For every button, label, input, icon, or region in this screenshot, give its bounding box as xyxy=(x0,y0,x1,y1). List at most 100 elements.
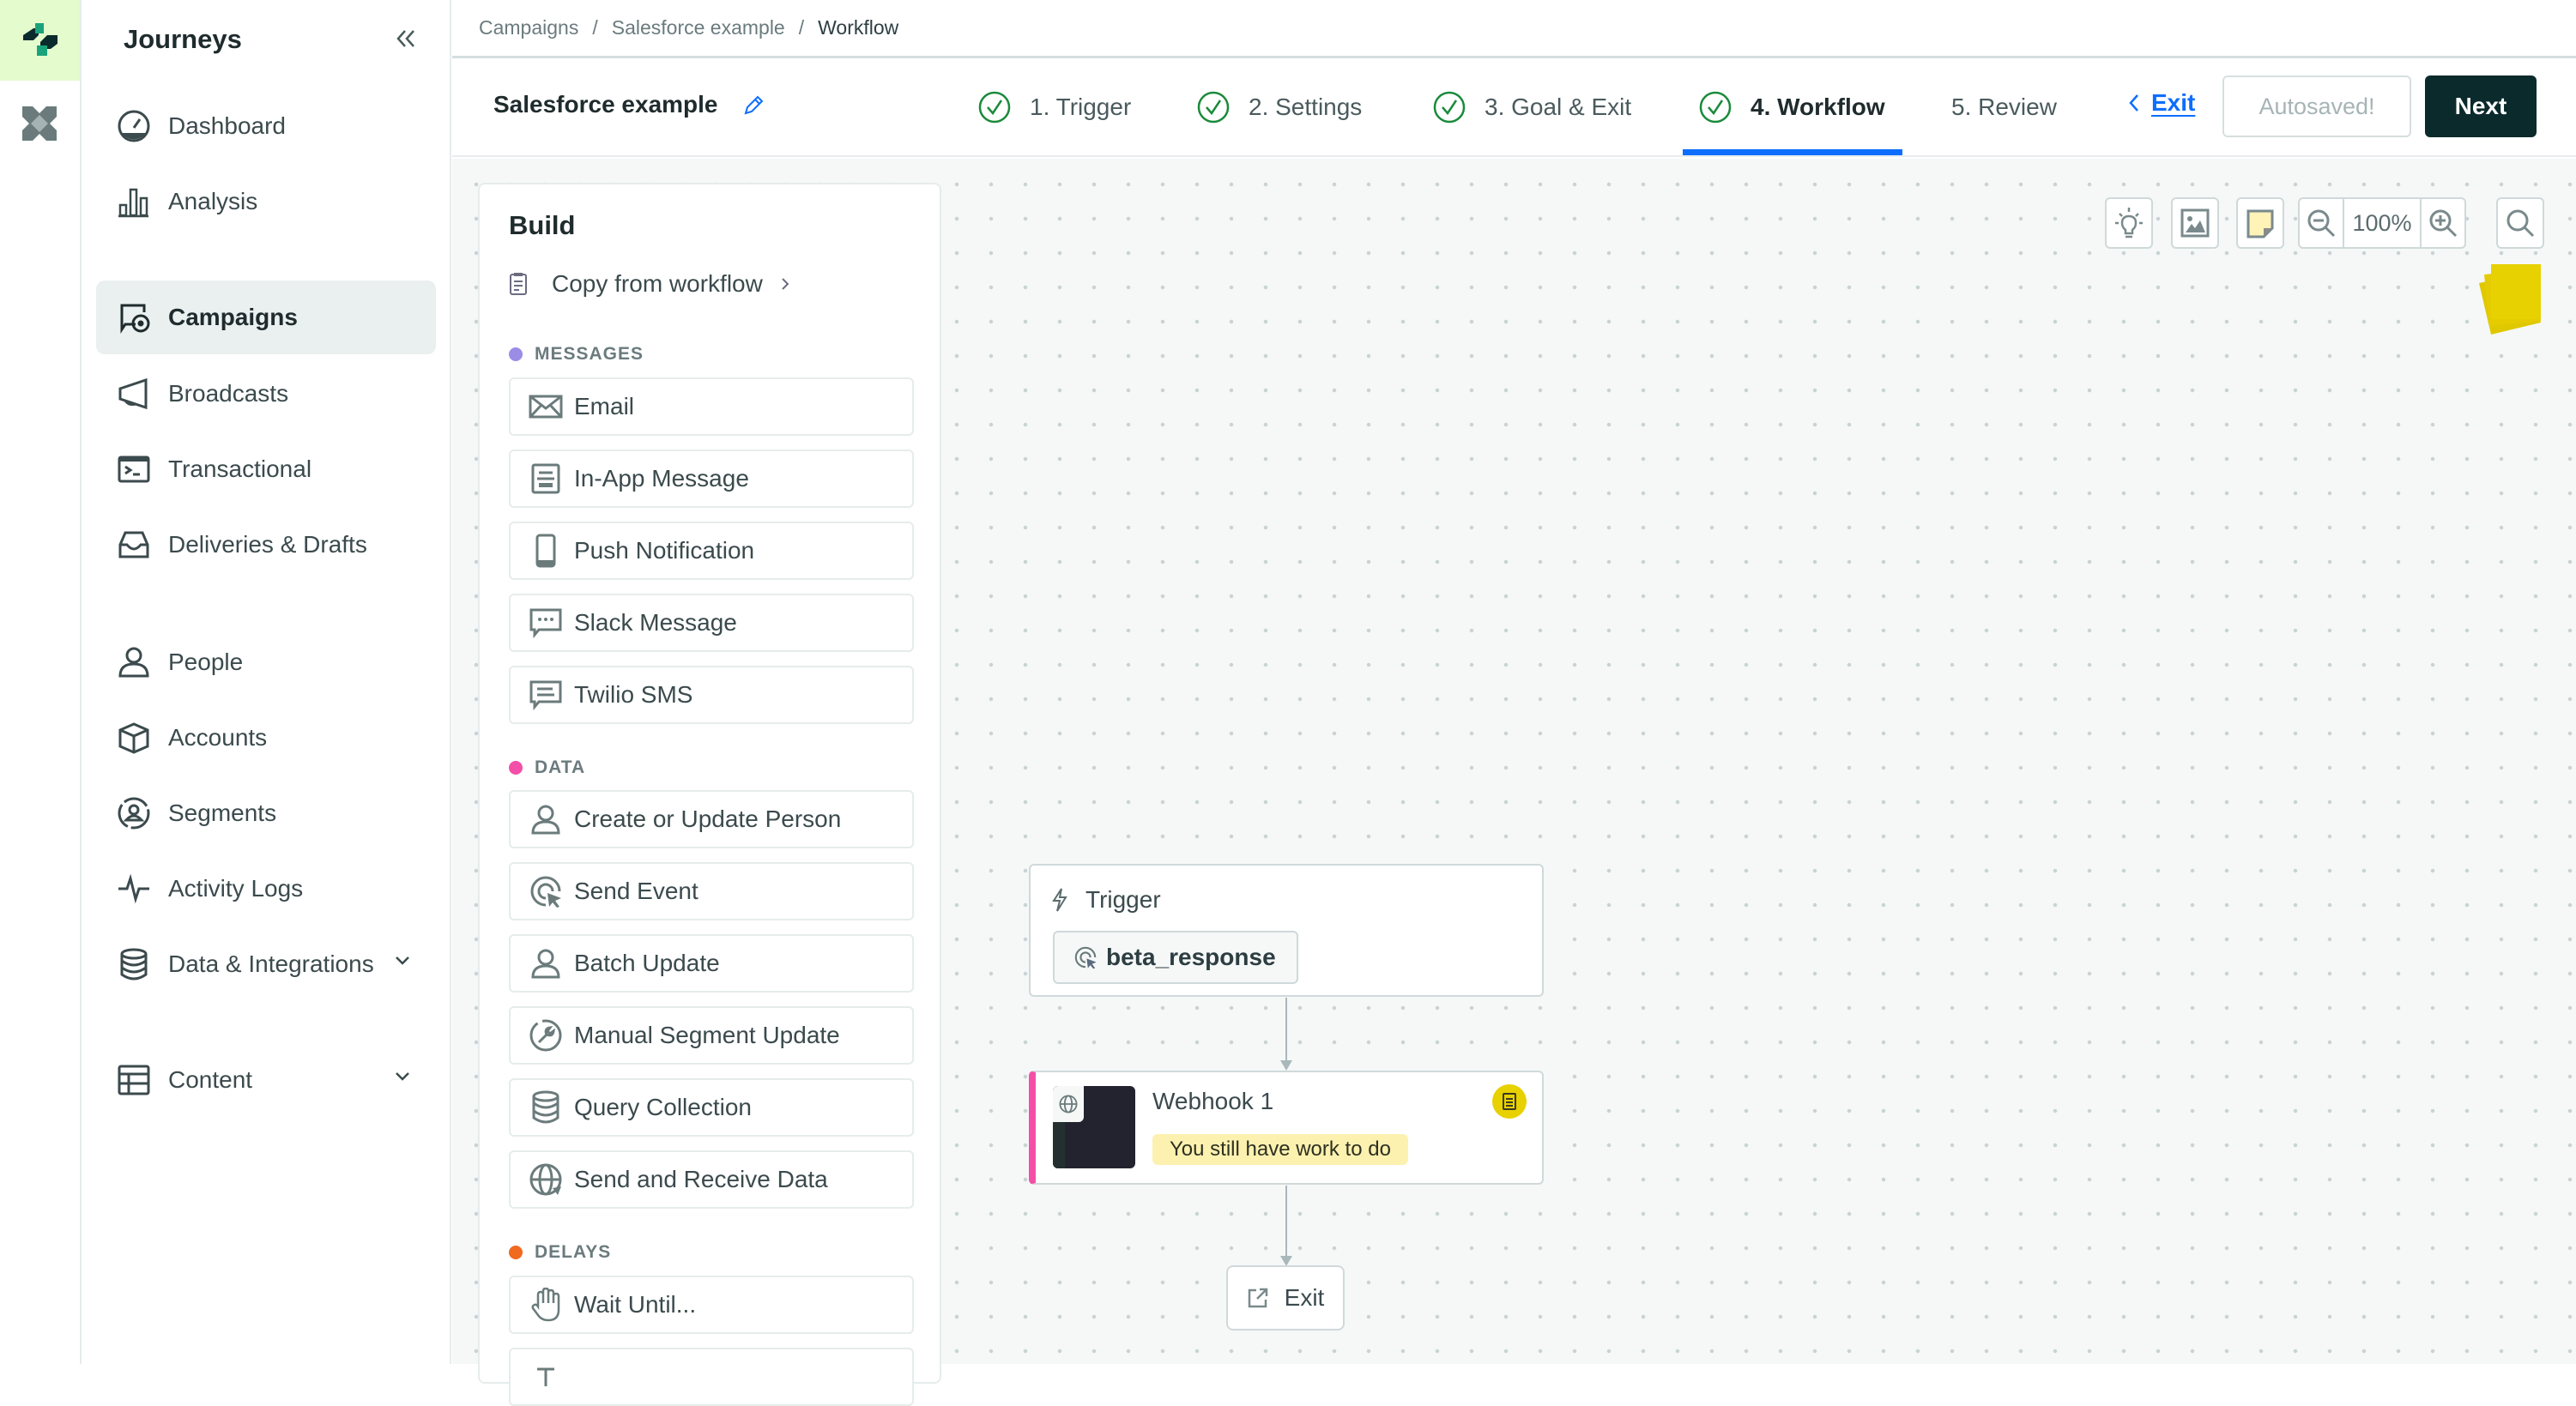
check-circle-icon xyxy=(1699,91,1732,124)
sidebar-item-broadcasts[interactable]: Broadcasts xyxy=(96,357,436,431)
segment-wrench-icon xyxy=(528,1017,564,1053)
section-delays: DELAYS xyxy=(509,1242,611,1263)
sidebar-item-data-integrations[interactable]: Data & Integrations xyxy=(96,927,436,1001)
trigger-event-chip[interactable]: beta_response xyxy=(1053,931,1298,984)
sidebar-item-accounts[interactable]: Accounts xyxy=(96,701,436,775)
in-app-icon xyxy=(528,461,564,497)
chevron-down-icon xyxy=(395,955,410,967)
exit-link[interactable]: Exit xyxy=(2127,89,2195,117)
autosaved-button[interactable]: Autosaved! xyxy=(2222,75,2411,137)
dashboard-icon xyxy=(117,109,151,143)
inbox-icon xyxy=(117,528,151,562)
connector-line xyxy=(1285,998,1287,1062)
breadcrumb-campaign[interactable]: Salesforce example xyxy=(612,16,785,39)
connector-arrow xyxy=(1280,1060,1292,1071)
block-in-app-message[interactable]: In-App Message xyxy=(509,450,914,508)
step-label: 3. Goal & Exit xyxy=(1485,94,1631,121)
block-send-event[interactable]: Send Event xyxy=(509,862,914,920)
tips-button[interactable] xyxy=(2105,197,2153,249)
breadcrumb: Campaigns / Salesforce example / Workflo… xyxy=(452,0,2576,58)
lightning-icon xyxy=(1051,888,1068,912)
app-rail xyxy=(0,0,82,1364)
section-messages: MESSAGES xyxy=(509,344,644,365)
sidebar-item-content[interactable]: Content xyxy=(96,1043,436,1117)
block-next-partial[interactable] xyxy=(509,1348,914,1406)
sticky-notes-stack[interactable] xyxy=(2479,264,2548,336)
section-dot xyxy=(509,761,523,775)
person-icon xyxy=(528,945,564,981)
step-settings[interactable]: 2. Settings xyxy=(1197,86,1362,129)
sidebar-item-people[interactable]: People xyxy=(96,625,436,699)
mobile-phone-icon xyxy=(528,533,564,569)
chat-lines-icon xyxy=(528,677,564,713)
trigger-node[interactable]: Trigger beta_response xyxy=(1029,864,1544,997)
block-create-update-person[interactable]: Create or Update Person xyxy=(509,790,914,848)
sidebar-item-campaigns[interactable]: Campaigns xyxy=(96,281,436,354)
block-push-notification[interactable]: Push Notification xyxy=(509,522,914,580)
next-button[interactable]: Next xyxy=(2425,75,2537,137)
person-icon xyxy=(117,645,151,679)
step-workflow[interactable]: 4. Workflow xyxy=(1699,86,1885,129)
chevron-down-icon xyxy=(395,1071,410,1083)
block-send-receive-data[interactable]: Send and Receive Data xyxy=(509,1150,914,1209)
sidebar-nav: Journeys Dashboard Analysis Campaigns Br… xyxy=(82,0,451,1364)
zoom-in-button[interactable] xyxy=(2422,199,2464,247)
webhook-title: Webhook 1 xyxy=(1152,1088,1273,1115)
section-dot xyxy=(509,347,523,361)
webhook-thumbnail xyxy=(1053,1086,1135,1168)
step-label: 2. Settings xyxy=(1249,94,1362,121)
sidebar-item-label: Activity Logs xyxy=(168,875,303,902)
step-label: 1. Trigger xyxy=(1030,94,1131,121)
breadcrumb-campaigns[interactable]: Campaigns xyxy=(479,16,578,39)
search-canvas-button[interactable] xyxy=(2496,197,2544,249)
block-batch-update[interactable]: Batch Update xyxy=(509,934,914,993)
logo-icon xyxy=(21,23,59,57)
step-review[interactable]: 5. Review xyxy=(1951,86,2057,129)
campaign-header: Salesforce example 1. Trigger 2. Setting… xyxy=(452,58,2576,157)
sidebar-item-transactional[interactable]: Transactional xyxy=(96,432,436,506)
sidebar-item-dashboard[interactable]: Dashboard xyxy=(96,89,436,163)
copy-from-workflow-button[interactable]: Copy from workflow xyxy=(509,270,790,298)
add-note-button[interactable] xyxy=(2236,197,2284,249)
add-image-button[interactable] xyxy=(2171,197,2219,249)
sidebar-item-activity-logs[interactable]: Activity Logs xyxy=(96,852,436,926)
sidebar-item-deliveries-drafts[interactable]: Deliveries & Drafts xyxy=(96,508,436,582)
block-manual-segment-update[interactable]: Manual Segment Update xyxy=(509,1006,914,1065)
webhook-node[interactable]: Webhook 1 You still have work to do xyxy=(1029,1071,1544,1185)
step-label: 4. Workflow xyxy=(1751,94,1885,121)
sidebar-item-analysis[interactable]: Analysis xyxy=(96,165,436,238)
secondary-app-button[interactable] xyxy=(22,106,57,141)
sidebar-item-label: Analysis xyxy=(168,188,257,215)
zoom-out-button[interactable] xyxy=(2300,199,2343,247)
notes-badge[interactable] xyxy=(1492,1084,1527,1119)
search-icon xyxy=(2505,208,2536,238)
zoom-out-icon xyxy=(2306,208,2337,238)
collapse-sidebar-button[interactable] xyxy=(393,26,419,51)
breadcrumb-separator: / xyxy=(592,16,597,39)
image-icon xyxy=(2180,208,2210,238)
block-query-collection[interactable]: Query Collection xyxy=(509,1078,914,1137)
layout-icon xyxy=(117,1063,151,1097)
block-twilio-sms[interactable]: Twilio SMS xyxy=(509,666,914,724)
step-trigger[interactable]: 1. Trigger xyxy=(978,86,1131,129)
step-goal-exit[interactable]: 3. Goal & Exit xyxy=(1433,86,1631,129)
app-logo[interactable] xyxy=(0,0,80,81)
sidebar-item-label: Campaigns xyxy=(168,304,298,331)
block-slack-message[interactable]: Slack Message xyxy=(509,594,914,652)
block-wait-until[interactable]: Wait Until... xyxy=(509,1276,914,1334)
cube-icon xyxy=(117,721,151,755)
exit-node[interactable]: Exit xyxy=(1226,1265,1345,1331)
trigger-header: Trigger xyxy=(1051,886,1161,914)
sidebar-item-label: Content xyxy=(168,1066,252,1094)
check-circle-icon xyxy=(1197,91,1230,124)
block-email[interactable]: Email xyxy=(509,377,914,436)
zoom-in-icon xyxy=(2428,208,2458,238)
sidebar-item-segments[interactable]: Segments xyxy=(96,776,436,850)
check-circle-icon xyxy=(1433,91,1466,124)
section-title: Journeys xyxy=(124,24,242,55)
edit-name-button[interactable] xyxy=(742,94,765,117)
delay-icon xyxy=(528,1359,564,1395)
connector-line xyxy=(1285,1186,1287,1258)
sidebar-item-label: Accounts xyxy=(168,724,267,751)
segment-icon xyxy=(117,796,151,830)
